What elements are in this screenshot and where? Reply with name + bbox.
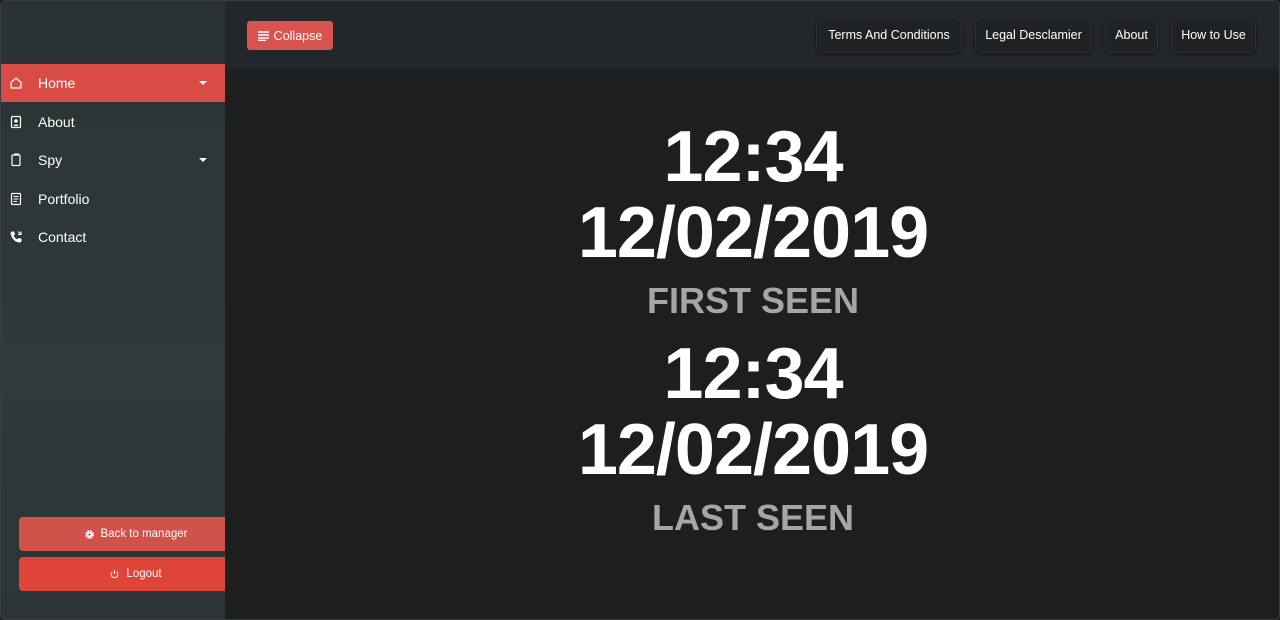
gear-icon — [84, 529, 95, 540]
sidebar-item-label: Portfolio — [38, 190, 90, 207]
sidebar: Home About Spy Portfolio Contact Back to… — [1, 1, 252, 619]
first-seen-date: 12/02/2019 — [577, 193, 929, 273]
sidebar-item-label: About — [38, 113, 75, 130]
last-seen-time: 12:34 — [663, 334, 843, 414]
legal-disclaimer-link[interactable]: Legal Desclamier — [975, 17, 1092, 53]
logout-button[interactable]: Logout — [19, 557, 252, 591]
menu-lines-icon — [257, 30, 269, 41]
sidebar-item-label: Contact — [38, 229, 87, 245]
sidebar-item-home[interactable]: Home — [1, 64, 225, 102]
sidebar-item-contact[interactable]: Contact — [1, 218, 225, 256]
about-link[interactable]: About — [1105, 17, 1158, 53]
back-to-manager-label: Back to manager — [100, 528, 188, 540]
back-to-manager-button[interactable]: Back to manager — [19, 517, 252, 551]
logout-label: Logout — [126, 568, 162, 580]
chevron-down-icon[interactable] — [199, 81, 207, 85]
sidebar-nav: Home About Spy Portfolio Contact — [1, 64, 225, 257]
first-seen-time: 12:34 — [663, 117, 843, 197]
collapse-button[interactable]: Collapse — [247, 21, 333, 50]
copy-icon — [9, 153, 23, 167]
phone-icon — [9, 230, 23, 244]
top-navbar: Collapse Terms And Conditions Legal Desc… — [225, 1, 1279, 69]
sidebar-item-label: Home — [38, 75, 76, 91]
power-icon — [109, 569, 120, 580]
home-icon — [9, 76, 23, 90]
last-seen-caption: LAST SEEN — [651, 497, 855, 538]
collapse-label: Collapse — [273, 28, 323, 43]
terms-and-conditions-link[interactable]: Terms And Conditions — [816, 17, 962, 53]
id-badge-icon — [9, 115, 23, 129]
first-seen-caption: FIRST SEEN — [646, 280, 860, 321]
last-seen-date: 12/02/2019 — [577, 410, 929, 490]
sidebar-item-portfolio[interactable]: Portfolio — [1, 180, 225, 218]
sidebar-item-label: Spy — [38, 152, 63, 168]
main-content: 12:34 12/02/2019 FIRST SEEN 12:34 12/02/… — [225, 69, 1279, 619]
chevron-down-icon[interactable] — [199, 158, 207, 162]
app-window: Home About Spy Portfolio Contact Back to… — [0, 0, 1280, 620]
sidebar-item-spy[interactable]: Spy — [1, 141, 225, 179]
sidebar-item-about[interactable]: About — [1, 103, 225, 141]
document-icon — [9, 192, 23, 206]
how-to-use-link[interactable]: How to Use — [1171, 17, 1256, 53]
